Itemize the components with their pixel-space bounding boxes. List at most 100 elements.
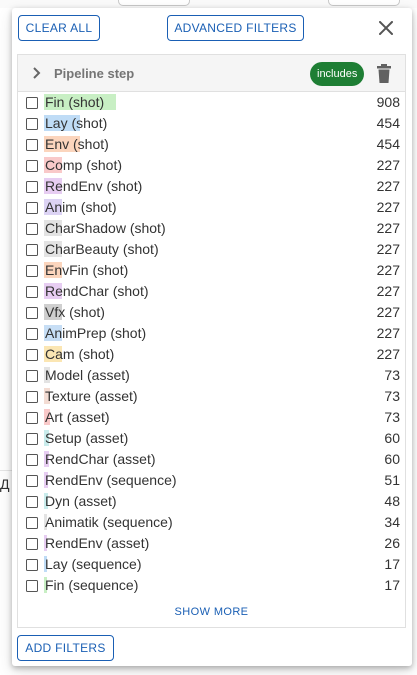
list-item[interactable]: Vfx (shot) 227	[18, 302, 405, 323]
list-item-label: RendEnv (sequence)	[45, 472, 177, 488]
list-item-label: Lay (sequence)	[45, 556, 142, 572]
checkbox[interactable]	[26, 433, 38, 445]
list-item-label: Comp (shot)	[45, 157, 123, 173]
list-item-label: Fin (shot)	[45, 94, 105, 110]
list-item-count: 73	[384, 388, 400, 404]
clear-all-button[interactable]: CLEAR ALL	[18, 15, 100, 41]
list-item-label: RendChar (shot)	[45, 283, 149, 299]
checkbox[interactable]	[26, 139, 38, 151]
list-item-count: 48	[384, 493, 400, 509]
list-item-count: 227	[376, 199, 400, 215]
checkbox[interactable]	[26, 202, 38, 214]
list-item[interactable]: CharShadow (shot) 227	[18, 218, 405, 239]
checkbox[interactable]	[26, 538, 38, 550]
list-item[interactable]: Animatik (sequence) 34	[18, 512, 405, 533]
list-item-label: RendChar (asset)	[45, 451, 156, 467]
list-item-count: 227	[376, 283, 400, 299]
background-control	[118, 0, 190, 6]
list-item-label: EnvFin (shot)	[45, 262, 129, 278]
list-item-count: 34	[384, 514, 400, 530]
list-item-label: Anim (shot)	[45, 199, 117, 215]
list-item[interactable]: RendChar (shot) 227	[18, 281, 405, 302]
checkbox[interactable]	[26, 517, 38, 529]
checkbox[interactable]	[26, 118, 38, 130]
list-item-count: 454	[376, 136, 400, 152]
checkbox[interactable]	[26, 265, 38, 277]
list-item-label: RendEnv (asset)	[45, 535, 150, 551]
close-icon[interactable]	[376, 18, 396, 38]
list-item-label: Texture (asset)	[45, 388, 138, 404]
list-item[interactable]: Anim (shot) 227	[18, 197, 405, 218]
list-item[interactable]: AnimPrep (shot) 227	[18, 323, 405, 344]
checkbox[interactable]	[26, 454, 38, 466]
list-item[interactable]: RendChar (asset) 60	[18, 449, 405, 470]
background-control	[328, 0, 400, 6]
list-item-count: 227	[376, 262, 400, 278]
list-item-count: 227	[376, 346, 400, 362]
checkbox[interactable]	[26, 181, 38, 193]
list-item-count: 26	[384, 535, 400, 551]
list-item[interactable]: Lay (shot) 454	[18, 113, 405, 134]
list-item[interactable]: RendEnv (sequence) 51	[18, 470, 405, 491]
filter-title: Pipeline step	[54, 66, 135, 81]
list-item-count: 17	[384, 577, 400, 593]
show-more-button[interactable]: SHOW MORE	[18, 606, 405, 618]
checkbox[interactable]	[26, 286, 38, 298]
background-divider	[0, 470, 12, 471]
list-item[interactable]: Cam (shot) 227	[18, 344, 405, 365]
list-item-label: Dyn (asset)	[45, 493, 117, 509]
list-item[interactable]: Texture (asset) 73	[18, 386, 405, 407]
list-item[interactable]: Art (asset) 73	[18, 407, 405, 428]
list-item[interactable]: Comp (shot) 227	[18, 155, 405, 176]
list-item[interactable]: Setup (asset) 60	[18, 428, 405, 449]
list-item[interactable]: RendEnv (asset) 26	[18, 533, 405, 554]
checkbox[interactable]	[26, 328, 38, 340]
list-item-label: Cam (shot)	[45, 346, 115, 362]
list-item-label: Animatik (sequence)	[45, 514, 173, 530]
checkbox[interactable]	[26, 223, 38, 235]
list-item-label: Art (asset)	[45, 409, 110, 425]
list-item[interactable]: RendEnv (shot) 227	[18, 176, 405, 197]
list-item-label: AnimPrep (shot)	[45, 325, 147, 341]
list-item[interactable]: Dyn (asset) 48	[18, 491, 405, 512]
advanced-filters-button[interactable]: ADVANCED FILTERS	[167, 15, 304, 41]
list-item-count: 51	[384, 472, 400, 488]
checkbox[interactable]	[26, 244, 38, 256]
list-item[interactable]: EnvFin (shot) 227	[18, 260, 405, 281]
add-filters-button[interactable]: ADD FILTERS	[17, 635, 114, 661]
checkbox[interactable]	[26, 580, 38, 592]
list-item[interactable]: Lay (sequence) 17	[18, 554, 405, 575]
checkbox[interactable]	[26, 559, 38, 571]
checkbox[interactable]	[26, 160, 38, 172]
list-item[interactable]: CharBeauty (shot) 227	[18, 239, 405, 260]
checkbox[interactable]	[26, 475, 38, 487]
checkbox[interactable]	[26, 412, 38, 424]
checkbox[interactable]	[26, 370, 38, 382]
checkbox[interactable]	[26, 307, 38, 319]
trash-icon[interactable]	[375, 64, 393, 84]
list-item-label: Lay (shot)	[45, 115, 108, 131]
list-item-label: CharShadow (shot)	[45, 220, 166, 236]
list-item-count: 60	[384, 430, 400, 446]
list-item[interactable]: Fin (shot) 908	[18, 92, 405, 113]
checkbox[interactable]	[26, 97, 38, 109]
filter-header[interactable]: Pipeline step includes	[18, 55, 405, 92]
list-item-label: Model (asset)	[45, 367, 130, 383]
list-item-count: 227	[376, 325, 400, 341]
list-item-count: 908	[376, 94, 400, 110]
includes-chip[interactable]: includes	[310, 62, 365, 86]
checkbox[interactable]	[26, 496, 38, 508]
checkbox[interactable]	[26, 349, 38, 361]
list-item-count: 227	[376, 304, 400, 320]
list-item[interactable]: Model (asset) 73	[18, 365, 405, 386]
list-item-label: Setup (asset)	[45, 430, 129, 446]
chevron-right-icon[interactable]	[30, 66, 44, 80]
list-item-label: RendEnv (shot)	[45, 178, 143, 194]
checkbox[interactable]	[26, 391, 38, 403]
filter-options-list: Fin (shot) 908 Lay (shot) 454 Env (shot) 454 C…	[18, 92, 405, 596]
list-item[interactable]: Env (shot) 454	[18, 134, 405, 155]
list-item-count: 227	[376, 178, 400, 194]
list-item-label: CharBeauty (shot)	[45, 241, 159, 257]
list-item-count: 17	[384, 556, 400, 572]
list-item[interactable]: Fin (sequence) 17	[18, 575, 405, 596]
